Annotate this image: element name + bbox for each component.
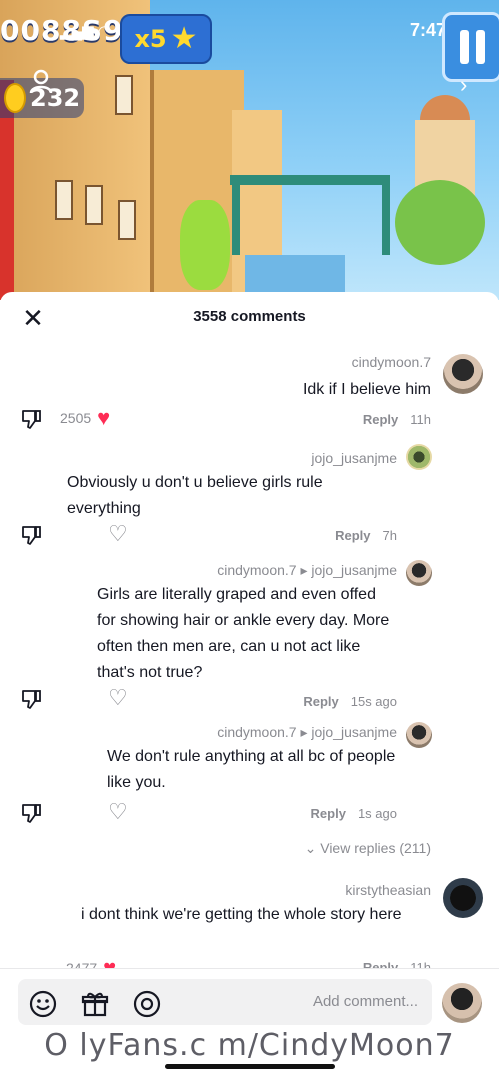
- comments-count-title: 3558 comments: [193, 308, 306, 325]
- comment-item: cindymoon.7 ▸ jojo_jusanjme Girls are li…: [0, 554, 499, 714]
- avatar[interactable]: [406, 722, 432, 748]
- like-button[interactable]: ♡: [108, 799, 128, 824]
- star-icon: ★: [170, 22, 198, 55]
- watermark-text: O lyFans.c m/CindyMoon7: [44, 1028, 455, 1063]
- tree: [180, 200, 230, 290]
- chevron-right-icon[interactable]: ›: [460, 72, 467, 98]
- game-background: 0088S9 ▂▄▆ ◠ x5 ★ 232 7:47 ›: [0, 0, 499, 300]
- reply-button[interactable]: Reply: [311, 806, 346, 821]
- comment-text: Obviously u don't u believe girls rule e…: [67, 474, 323, 517]
- comment-time: 15s ago: [350, 694, 397, 709]
- comment-text: i dont think we're getting the whole sto…: [81, 906, 402, 923]
- chevron-down-icon: ⌄: [304, 840, 321, 856]
- like-button[interactable]: ♡: [108, 685, 128, 710]
- window: [115, 75, 133, 115]
- avatar[interactable]: [406, 560, 432, 586]
- pause-bar: [475, 30, 485, 64]
- comment-text: Idk if I believe him: [302, 381, 431, 398]
- dislike-icon[interactable]: [20, 802, 42, 824]
- comment-meta: Reply 1s ago: [311, 806, 397, 821]
- comment-item: cindymoon.7 ▸ jojo_jusanjme We don't rul…: [0, 720, 499, 830]
- score-multiplier: x5 ★: [120, 14, 212, 64]
- comment-username[interactable]: cindymoon.7: [352, 354, 431, 370]
- status-time: 7:47: [410, 20, 447, 40]
- avatar[interactable]: [443, 354, 483, 394]
- comment-username[interactable]: kirstytheasian: [345, 882, 431, 898]
- tree: [395, 180, 485, 265]
- window: [85, 185, 103, 225]
- window: [55, 180, 73, 220]
- emoji-icon[interactable]: [28, 989, 58, 1019]
- pause-button[interactable]: [442, 12, 499, 82]
- comment-username[interactable]: jojo_jusanjme: [311, 450, 397, 466]
- person-icon: [29, 69, 53, 94]
- comment-username[interactable]: cindymoon.7 ▸ jojo_jusanjme: [217, 724, 397, 741]
- comment-input[interactable]: Add comment...: [18, 979, 432, 1025]
- pause-bar: [459, 30, 469, 64]
- comment-item: jojo_jusanjme Obviously u don't u believ…: [0, 442, 499, 552]
- heart-icon: ♥: [97, 405, 111, 430]
- avatar[interactable]: [406, 444, 432, 470]
- heart-outline-icon: ♡: [108, 685, 128, 710]
- dislike-icon[interactable]: [20, 524, 42, 546]
- avatar[interactable]: [443, 878, 483, 918]
- reply-button[interactable]: Reply: [303, 694, 338, 709]
- gift-icon[interactable]: [80, 989, 110, 1019]
- like-count: 2505: [60, 410, 92, 426]
- reply-button[interactable]: Reply: [335, 528, 370, 543]
- comment-item: cindymoon.7 Idk if I believe him Reply 11…: [0, 344, 499, 434]
- heart-outline-icon: ♡: [108, 521, 128, 546]
- comment-time: 7h: [382, 528, 397, 543]
- view-replies-button[interactable]: ⌄ View replies (211): [305, 840, 431, 857]
- bridge-post: [232, 175, 240, 255]
- bridge: [230, 175, 390, 185]
- view-replies-label: View replies (211): [320, 840, 431, 856]
- comment-text: Girls are literally graped and even offe…: [97, 586, 390, 681]
- comment-username[interactable]: cindymoon.7 ▸ jojo_jusanjme: [217, 562, 397, 579]
- like-button[interactable]: ♡: [108, 521, 128, 546]
- comments-sheet: ✕ 3558 comments cindymoon.7 Idk if I bel…: [0, 292, 499, 1079]
- comment-meta: Reply 7h: [335, 528, 397, 543]
- reply-button[interactable]: Reply: [363, 412, 398, 427]
- coin-icon: [4, 83, 26, 113]
- heart-outline-icon: ♡: [108, 799, 128, 824]
- comment-meta: Reply 11h: [363, 412, 431, 427]
- bridge-post: [382, 175, 390, 255]
- comment-item: kirstytheasian i dont think we're gettin…: [0, 872, 499, 979]
- like-button[interactable]: 2505 ♥: [60, 405, 111, 430]
- comment-text: We don't rule anything at all bc of peop…: [107, 748, 396, 791]
- comment-input-placeholder: Add comment...: [312, 993, 418, 1010]
- comment-time: 1s ago: [357, 806, 397, 821]
- my-avatar: [442, 983, 482, 1023]
- sheet-header: ✕ 3558 comments: [0, 292, 499, 344]
- comment-time: 11h: [410, 412, 431, 427]
- window: [118, 200, 136, 240]
- mention-icon[interactable]: [132, 989, 162, 1019]
- comment-meta: Reply 15s ago: [303, 694, 397, 709]
- dislike-icon[interactable]: [20, 688, 42, 710]
- signal-wifi-icon: ▂▄▆ ◠: [60, 23, 111, 40]
- multiplier-text: x5: [134, 25, 167, 53]
- dislike-icon[interactable]: [20, 408, 42, 430]
- home-indicator[interactable]: [165, 1064, 335, 1069]
